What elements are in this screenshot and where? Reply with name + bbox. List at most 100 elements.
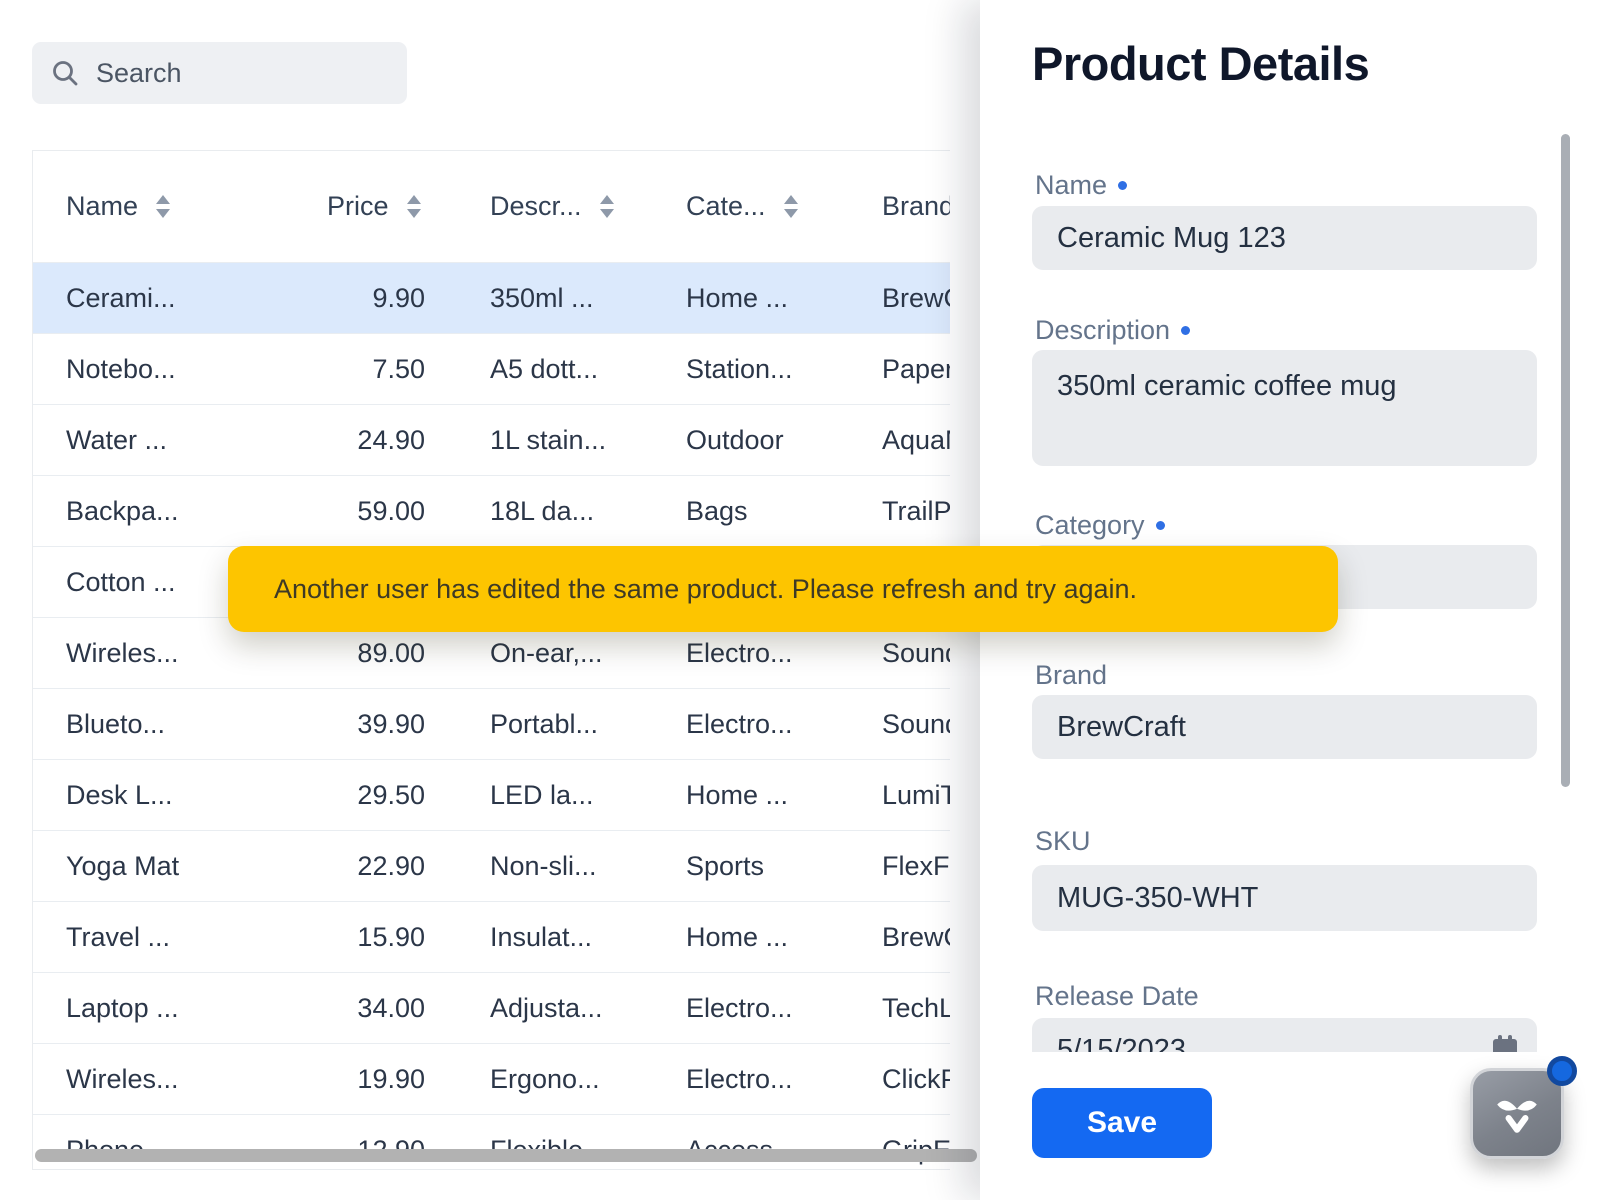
toast-message: Another user has edited the same product… (274, 574, 1137, 605)
table-cell: 29.50 (295, 780, 425, 811)
sort-icon[interactable] (783, 194, 799, 220)
search-input[interactable]: Search (32, 42, 407, 104)
table-cell: Blueto... (33, 709, 295, 740)
field-value: BrewCraft (1057, 711, 1186, 744)
whale-tail-icon (1492, 1089, 1542, 1139)
table-cell: Wireles... (33, 638, 295, 669)
field-label-text: Brand (1035, 660, 1107, 690)
table-header-row: Name Price Descr... Cate...Brand (33, 151, 950, 262)
table-cell: FlexFit (882, 851, 950, 882)
table-row[interactable]: Backpa...59.0018L da...BagsTrailPro (33, 475, 950, 546)
table-cell: Yoga Mat (33, 851, 295, 882)
sort-icon[interactable] (155, 194, 171, 220)
column-header-cate[interactable]: Cate... (686, 191, 882, 222)
assistant-launcher-button[interactable] (1470, 1068, 1564, 1159)
search-placeholder: Search (96, 58, 182, 89)
table-cell: 39.90 (295, 709, 425, 740)
field-label-description: Description (1035, 315, 1190, 346)
table-cell: Cerami... (33, 283, 295, 314)
table-cell: 15.90 (295, 922, 425, 953)
column-header-brand[interactable]: Brand (882, 191, 950, 222)
description-field[interactable]: 350ml ceramic coffee mug (1032, 350, 1537, 466)
sku-field[interactable]: MUG-350-WHT (1032, 865, 1537, 931)
sort-icon[interactable] (599, 194, 615, 220)
field-label-text: Description (1035, 315, 1170, 345)
table-cell: PaperN (882, 354, 950, 385)
table-cell: Ergono... (425, 1064, 686, 1095)
field-value: MUG-350-WHT (1057, 882, 1258, 915)
field-label-text: Category (1035, 510, 1145, 540)
table-cell: 7.50 (295, 354, 425, 385)
table-cell: Backpa... (33, 496, 295, 527)
table-cell: 24.90 (295, 425, 425, 456)
table-cell: Electro... (686, 638, 882, 669)
modified-indicator-dot (1156, 521, 1165, 530)
table-row[interactable]: Desk L...29.50LED la...Home ...LumiTe (33, 759, 950, 830)
field-label-text: SKU (1035, 826, 1091, 856)
table-row[interactable]: Laptop ...34.00Adjusta...Electro...TechL… (33, 972, 950, 1043)
table-cell: Water ... (33, 425, 295, 456)
table-cell: Portabl... (425, 709, 686, 740)
table-cell: 350ml ... (425, 283, 686, 314)
panel-title: Product Details (1032, 36, 1369, 91)
table-cell: BrewCr (882, 922, 950, 953)
app-window: Search NamePriceDescr...Cate...Brand Cer… (0, 0, 1600, 1200)
table-cell: 19.90 (295, 1064, 425, 1095)
brand-field[interactable]: BrewCraft (1032, 695, 1537, 759)
table-cell: TechLif (882, 993, 950, 1024)
table-cell: Adjusta... (425, 993, 686, 1024)
table-cell: Laptop ... (33, 993, 295, 1024)
field-label-brand: Brand (1035, 660, 1107, 691)
table-cell: Home ... (686, 922, 882, 953)
table-cell: Electro... (686, 709, 882, 740)
table-cell: Home ... (686, 780, 882, 811)
field-value: 5/15/2023 (1057, 1034, 1186, 1053)
table-cell: Sound. (882, 638, 950, 669)
table-cell: Electro... (686, 993, 882, 1024)
release-date-field[interactable]: 5/15/2023 (1032, 1018, 1537, 1052)
field-label-name: Name (1035, 170, 1127, 201)
table-row[interactable]: Yoga Mat22.90Non-sli...SportsFlexFit (33, 830, 950, 901)
name-field[interactable]: Ceramic Mug 123 (1032, 206, 1537, 270)
table-cell: 59.00 (295, 496, 425, 527)
table-row[interactable]: Wireles...19.90Ergono...Electro...ClickP… (33, 1043, 950, 1114)
table-cell: Station... (686, 354, 882, 385)
table-cell: Bags (686, 496, 882, 527)
table-cell: Outdoor (686, 425, 882, 456)
sort-icon[interactable] (406, 194, 422, 220)
calendar-icon[interactable] (1491, 1034, 1519, 1052)
field-label-category: Category (1035, 510, 1165, 541)
table-cell: ClickPr (882, 1064, 950, 1095)
table-row[interactable]: Cerami...9.90350ml ...Home ...BrewCr (33, 262, 950, 333)
table-cell: 9.90 (295, 283, 425, 314)
table-horizontal-scrollbar[interactable] (35, 1149, 977, 1162)
column-label: Descr... (490, 191, 582, 222)
field-value: Ceramic Mug 123 (1057, 222, 1286, 255)
column-header-name[interactable]: Name (33, 191, 295, 222)
table-cell: LED la... (425, 780, 686, 811)
table-row[interactable]: Notebo...7.50A5 dott...Station...PaperN (33, 333, 950, 404)
table-cell: Travel ... (33, 922, 295, 953)
table-row[interactable]: Blueto...39.90Portabl...Electro...Sound. (33, 688, 950, 759)
field-label-release-date: Release Date (1035, 981, 1199, 1012)
column-label: Name (66, 191, 138, 222)
field-value: 350ml ceramic coffee mug (1057, 370, 1397, 403)
table-cell: On-ear,... (425, 638, 686, 669)
save-button[interactable]: Save (1032, 1088, 1212, 1158)
table-cell: Desk L... (33, 780, 295, 811)
column-label: Brand (882, 191, 950, 222)
notification-badge (1547, 1056, 1577, 1086)
modified-indicator-dot (1181, 326, 1190, 335)
column-header-price[interactable]: Price (295, 191, 425, 222)
table-cell: 1L stain... (425, 425, 686, 456)
table-row[interactable]: Water ...24.901L stain...OutdoorAquaM (33, 404, 950, 475)
column-header-descr[interactable]: Descr... (425, 191, 686, 222)
table-cell: Insulat... (425, 922, 686, 953)
table-cell: BrewCr (882, 283, 950, 314)
table-row[interactable]: Travel ...15.90Insulat...Home ...BrewCr (33, 901, 950, 972)
field-label-text: Name (1035, 170, 1107, 200)
panel-vertical-scrollbar[interactable] (1561, 134, 1570, 787)
field-label-text: Release Date (1035, 981, 1199, 1011)
table-cell: TrailPro (882, 496, 950, 527)
conflict-toast: Another user has edited the same product… (228, 546, 1338, 632)
